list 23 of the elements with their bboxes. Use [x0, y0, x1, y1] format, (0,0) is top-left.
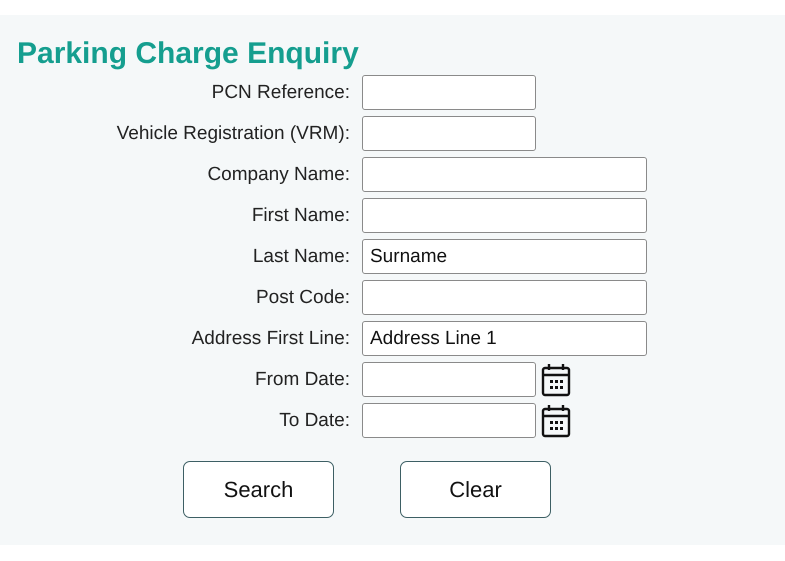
search-button[interactable]: Search	[183, 461, 334, 518]
calendar-icon[interactable]	[541, 362, 571, 396]
field-label: To Date:	[278, 409, 350, 433]
input-field[interactable]	[362, 280, 647, 315]
page-title: Parking Charge Enquiry	[17, 37, 360, 71]
field-label: From Date:	[254, 368, 350, 392]
input-field[interactable]	[362, 116, 536, 151]
input-field[interactable]	[362, 198, 647, 233]
input-field[interactable]: Surname	[362, 239, 647, 274]
clear-button[interactable]: Clear	[400, 461, 551, 518]
field-label: PCN Reference:	[210, 81, 350, 105]
field-label: Last Name:	[252, 245, 350, 269]
field-label: Company Name:	[206, 163, 350, 187]
date-field[interactable]	[362, 403, 536, 438]
input-field[interactable]: Address Line 1	[362, 321, 647, 356]
field-label: First Name:	[250, 204, 350, 228]
calendar-icon[interactable]	[541, 404, 571, 438]
field-label: Address First Line:	[190, 327, 350, 351]
date-field[interactable]	[362, 362, 536, 397]
input-field[interactable]	[362, 157, 647, 192]
field-label: Vehicle Registration (VRM):	[116, 122, 350, 146]
field-label: Post Code:	[255, 286, 350, 310]
input-field[interactable]	[362, 75, 536, 110]
